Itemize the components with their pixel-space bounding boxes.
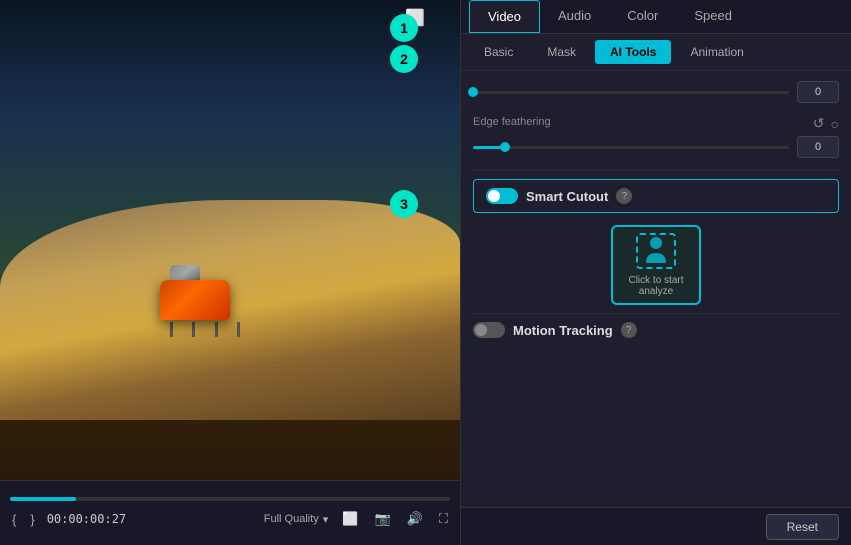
annotation-bubble-3: 3 (390, 190, 418, 218)
top-slider-row (473, 81, 839, 103)
annotation-bubble-1: 1 (390, 14, 418, 42)
motion-tracking-toggle[interactable] (473, 322, 505, 338)
motion-tracking-help-icon[interactable]: ? (621, 322, 637, 338)
tab-color[interactable]: Color (609, 0, 676, 33)
person-silhouette-icon (642, 235, 670, 267)
edge-feathering-section: Edge feathering ↺ ○ (473, 115, 839, 158)
divider-1 (473, 170, 839, 171)
analyze-button[interactable]: Click to start analyze (611, 225, 701, 305)
smart-cutout-header: Smart Cutout ? (486, 188, 826, 204)
time-display: 00:00:00:27 (47, 512, 126, 526)
smart-cutout-section: Smart Cutout ? (473, 179, 839, 213)
leg-3 (215, 322, 218, 337)
divider-2 (473, 313, 839, 314)
tab-video[interactable]: Video (469, 0, 540, 33)
sub-tab-mask[interactable]: Mask (532, 40, 591, 64)
sub-tab-animation[interactable]: Animation (675, 40, 758, 64)
video-canvas: ⬜ 1 2 3 4 (0, 0, 460, 480)
timeline-bar[interactable] (10, 497, 450, 501)
fullscreen-icon-button[interactable]: ⛶ (437, 509, 450, 529)
smart-cutout-knob (488, 190, 500, 202)
motion-tracking-knob (475, 324, 487, 336)
smart-cutout-toggle[interactable] (486, 188, 518, 204)
quality-button[interactable]: Full Quality ▾ (264, 513, 329, 526)
sub-tab-basic[interactable]: Basic (469, 40, 528, 64)
video-panel: ⬜ 1 2 3 4 { } 00:00:00:27 Full Quality (0, 0, 460, 545)
timeline-progress (10, 497, 76, 501)
smart-cutout-help-icon[interactable]: ? (616, 188, 632, 204)
edge-feathering-link-icon[interactable]: ○ (831, 115, 839, 132)
bracket-right-button[interactable]: } (28, 510, 36, 529)
controls-right: Full Quality ▾ ⬜ 📷 🔊 ⛶ (264, 509, 450, 529)
top-slider-input[interactable] (797, 81, 839, 103)
tab-audio[interactable]: Audio (540, 0, 609, 33)
right-panel: Video Audio Color Speed Basic Mask AI To… (460, 0, 851, 545)
bracket-left-button[interactable]: { (10, 510, 18, 529)
edge-feathering-track[interactable] (473, 146, 789, 149)
edge-feathering-slider-row (473, 136, 839, 158)
leg-4 (237, 322, 240, 337)
chevron-down-icon: ▾ (323, 513, 329, 526)
camera-icon-button[interactable]: 📷 (373, 509, 393, 529)
edge-feathering-input[interactable] (797, 136, 839, 158)
annotation-bubble-2: 2 (390, 45, 418, 73)
panel-content: Edge feathering ↺ ○ (461, 71, 851, 507)
bottom-bar: Reset (461, 507, 851, 545)
top-tabs: Video Audio Color Speed (461, 0, 851, 34)
top-slider-track[interactable] (473, 91, 789, 94)
motion-tracking-label: Motion Tracking (513, 323, 613, 338)
controls-row: { } 00:00:00:27 Full Quality ▾ ⬜ 📷 🔊 ⛶ (10, 509, 450, 529)
monitor-icon-button[interactable]: ⬜ (340, 509, 360, 529)
vehicle-body (160, 280, 230, 320)
leg-2 (192, 322, 195, 337)
leg-1 (170, 322, 173, 337)
volume-icon-button[interactable]: 🔊 (405, 509, 425, 529)
edge-feathering-reset-icon[interactable]: ↺ (813, 115, 825, 132)
analyze-label: Click to start analyze (621, 275, 691, 297)
smart-cutout-label: Smart Cutout (526, 189, 608, 204)
analyze-icon-container (636, 233, 676, 269)
video-controls: { } 00:00:00:27 Full Quality ▾ ⬜ 📷 🔊 ⛶ (0, 480, 460, 545)
reset-button[interactable]: Reset (766, 514, 839, 540)
quality-label: Full Quality (264, 513, 319, 525)
edge-feathering-thumb[interactable] (500, 142, 510, 152)
vehicle-legs (160, 320, 250, 337)
sub-tab-ai-tools[interactable]: AI Tools (595, 40, 671, 64)
edge-feathering-label: Edge feathering (473, 116, 551, 128)
sub-tabs: Basic Mask AI Tools Animation (461, 34, 851, 71)
vehicle-object (160, 280, 250, 340)
motion-tracking-section: Motion Tracking ? (473, 322, 839, 338)
top-slider-thumb[interactable] (468, 87, 478, 97)
controls-left: { } 00:00:00:27 (10, 510, 126, 529)
analyze-button-wrapper: Click to start analyze (473, 225, 839, 305)
motion-tracking-header: Motion Tracking ? (473, 322, 839, 338)
top-slider-section (473, 81, 839, 103)
tab-speed[interactable]: Speed (676, 0, 750, 33)
